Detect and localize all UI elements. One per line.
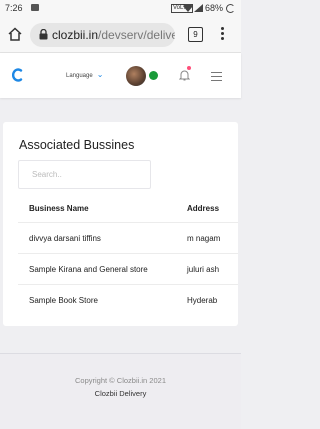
column-header-address[interactable]: Address [187,204,219,213]
table-header-row: Business Name Address [18,194,238,223]
url-text: clozbii.in/devserv/delive [52,28,175,42]
page-footer: Copyright © Clozbii.in 2021 Clozbii Deli… [0,353,241,429]
business-table: Business Name Address divvya darsani tif… [18,194,238,315]
address-cell: Hyderab [187,296,218,305]
battery-saver-icon [226,4,235,13]
wifi-icon [183,4,193,12]
footer-brand: Clozbii Delivery [94,389,147,398]
signal-icon [194,4,203,12]
search-input[interactable] [18,160,151,189]
gallery-notification-icon [31,4,39,11]
copyright-text: Copyright © Clozbii.in 2021 [75,376,166,385]
battery-percentage: 68% [205,3,224,13]
language-label: Language [66,73,93,79]
notification-dot [187,66,191,70]
business-name-cell: Sample Kirana and General store [29,265,148,274]
app-header: Language ⌄ [0,53,241,98]
column-header-business-name[interactable]: Business Name [29,204,89,213]
address-cell: m nagam [187,234,221,243]
table-row[interactable]: Sample Book Store Hyderab [18,285,238,315]
user-avatar[interactable] [126,66,146,86]
home-icon[interactable] [8,27,22,41]
notification-bell-icon[interactable] [179,69,190,81]
clozbii-logo-icon[interactable] [12,68,24,82]
tab-switcher-button[interactable]: 9 [188,27,203,42]
browser-toolbar: clozbii.in/devserv/delive 9 [0,18,241,53]
table-row[interactable]: Sample Kirana and General store juluri a… [18,254,238,285]
browser-menu-icon[interactable] [221,27,224,42]
business-name-cell: divvya darsani tiffins [29,234,101,243]
url-domain: clozbii.in [52,28,99,42]
url-path: /devserv/delive [98,28,175,42]
address-bar[interactable]: clozbii.in/devserv/delive [30,23,175,47]
card-title: Associated Bussines [19,138,135,152]
language-selector[interactable]: Language ⌄ [66,70,103,79]
table-row[interactable]: divvya darsani tiffins m nagam [18,223,238,254]
address-cell: juluri ash [187,265,220,274]
online-status-indicator [149,71,158,80]
status-time: 7:26 [5,3,23,13]
associated-business-card: Associated Bussines Business Name Addres… [3,122,238,326]
lock-icon [39,29,48,40]
business-name-cell: Sample Book Store [29,296,98,305]
chevron-down-icon: ⌄ [96,70,104,79]
hamburger-menu-icon[interactable] [211,72,222,84]
status-bar: 7:26 VoLTE 68% [0,0,241,18]
